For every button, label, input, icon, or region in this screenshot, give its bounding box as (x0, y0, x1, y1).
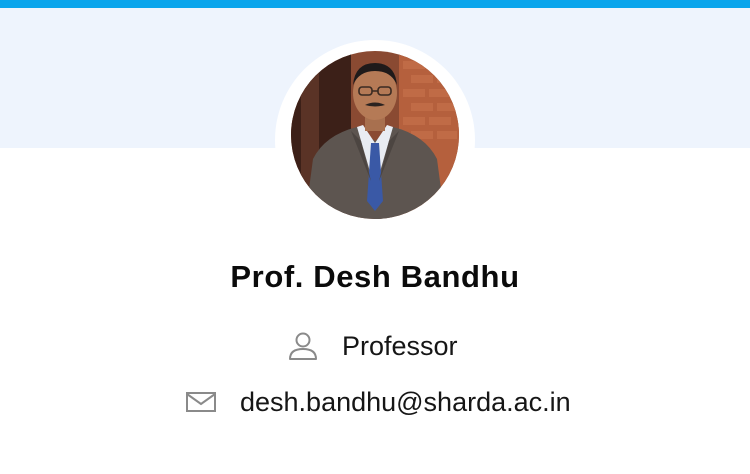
designation-row: Professor (286, 329, 458, 363)
user-icon (286, 329, 320, 363)
designation-text: Professor (342, 331, 458, 361)
avatar-photo (291, 51, 459, 219)
email-link[interactable]: desh.bandhu@sharda.ac.in (240, 385, 571, 419)
mail-icon (184, 385, 218, 419)
profile-name: Prof. Desh Bandhu (230, 259, 520, 294)
top-accent-bar (0, 0, 750, 8)
profile-card: Prof. Desh Bandhu Professor desh.bandhu@… (0, 0, 750, 474)
email-row: desh.bandhu@sharda.ac.in (184, 385, 571, 419)
avatar[interactable] (291, 51, 459, 219)
